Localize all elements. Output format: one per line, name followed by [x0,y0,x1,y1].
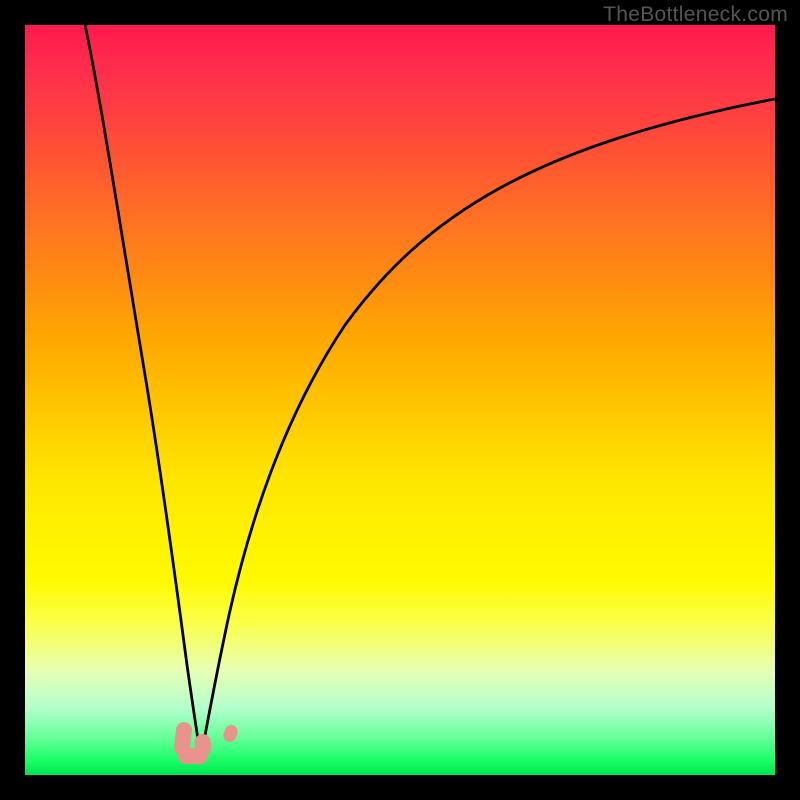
watermark-text: TheBottleneck.com [603,3,788,27]
curve-svg [25,25,775,775]
bottleneck-curve-right [201,99,775,757]
bottleneck-chart [25,25,775,775]
bottleneck-curve-left [85,25,201,757]
